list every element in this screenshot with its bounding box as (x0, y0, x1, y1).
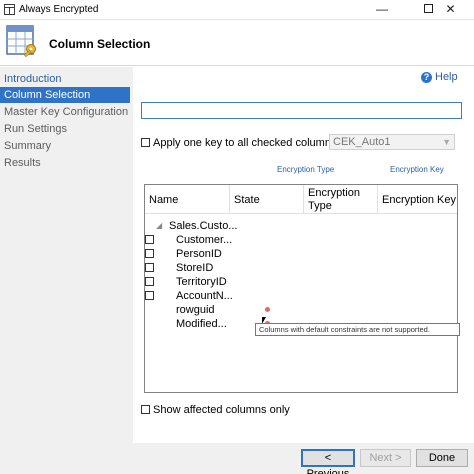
column-header-state[interactable]: State (230, 185, 304, 214)
wizard-sidebar: Introduction Column Selection Master Key… (0, 67, 133, 443)
column-name: Customer... (176, 234, 233, 246)
table-icon (4, 4, 15, 15)
encryption-key-link[interactable]: Encryption Key (390, 165, 444, 174)
table-row[interactable]: PersonID (145, 247, 457, 261)
unsupported-state-icon[interactable] (265, 307, 270, 312)
help-icon: ? (421, 72, 432, 83)
encryption-key-select-value: CEK_Auto1 (333, 136, 391, 148)
column-name: PersonID (176, 248, 222, 260)
collapse-icon[interactable]: ◢ (156, 219, 162, 233)
column-name: Modified... (176, 318, 227, 330)
sidebar-item-column-selection[interactable]: Column Selection (0, 87, 130, 103)
minimize-button[interactable]: — (359, 0, 405, 20)
table-row[interactable]: TerritoryID (145, 275, 457, 289)
sidebar-item-master-key-configuration: Master Key Configuration (4, 106, 129, 118)
sidebar-item-summary: Summary (4, 140, 52, 152)
wizard-header: Column Selection (0, 20, 474, 66)
column-name: StoreID (176, 262, 214, 274)
unsupported-tooltip: Columns with default constraints are not… (255, 323, 460, 336)
column-name: rowguid (176, 304, 215, 316)
table-row: rowguid (145, 303, 457, 317)
column-header-encryption-key[interactable]: Encryption Key (378, 185, 457, 214)
column-name: AccountN... (176, 290, 233, 302)
title-bar: Always Encrypted — ✕ (0, 0, 474, 20)
apply-one-key-label: Apply one key to all checked columns: (153, 137, 340, 149)
columns-grid: Name State Encryption Type Encryption Ke… (144, 184, 458, 393)
row-checkbox[interactable] (145, 291, 154, 300)
table-key-icon (6, 25, 36, 58)
table-row[interactable]: StoreID (145, 261, 457, 275)
column-header-encryption-key-label: Encryption Key (382, 194, 456, 206)
help-label: Help (435, 71, 458, 83)
show-affected-option[interactable]: Show affected columns only (141, 404, 290, 416)
show-affected-checkbox[interactable] (141, 404, 150, 414)
row-checkbox[interactable] (145, 263, 154, 272)
sidebar-item-introduction[interactable]: Introduction (0, 71, 130, 87)
column-selection-panel: ? Help Apply one key to all checked colum… (133, 67, 474, 443)
sidebar-item-results: Results (4, 157, 41, 169)
help-link[interactable]: ? Help (421, 71, 458, 83)
row-checkbox[interactable] (145, 277, 154, 286)
column-header-encryption-type[interactable]: Encryption Type (304, 185, 378, 214)
grid-header: Name State Encryption Type Encryption Ke… (145, 185, 457, 214)
next-button[interactable]: Next > (360, 449, 411, 467)
table-node-label: Sales.Custo... (169, 220, 238, 232)
sidebar-item-run-settings: Run Settings (4, 123, 67, 135)
done-button[interactable]: Done (416, 449, 468, 467)
column-header-encryption-type-label: Encryption Type (308, 187, 360, 212)
wizard-footer: < Previous Next > Done (0, 443, 474, 474)
encryption-type-link[interactable]: Encryption Type (277, 165, 334, 174)
column-header-name[interactable]: Name (145, 185, 230, 214)
chevron-down-icon: ▼ (442, 137, 451, 147)
previous-button[interactable]: < Previous (301, 449, 355, 474)
column-header-name-label: Name (149, 194, 179, 206)
window-title: Always Encrypted (19, 4, 99, 15)
table-row[interactable]: Customer... (145, 233, 457, 247)
column-header-state-label: State (234, 194, 260, 206)
row-checkbox[interactable] (145, 249, 154, 258)
encryption-key-select: CEK_Auto1 ▼ (329, 134, 455, 150)
apply-one-key-option[interactable]: Apply one key to all checked columns: (141, 137, 340, 149)
column-name: TerritoryID (176, 276, 227, 288)
apply-one-key-checkbox[interactable] (141, 137, 150, 147)
close-button[interactable]: ✕ (427, 0, 474, 20)
show-affected-label: Show affected columns only (153, 404, 290, 416)
table-row[interactable]: AccountN... (145, 289, 457, 303)
column-filter-input[interactable] (141, 102, 462, 119)
page-title: Column Selection (49, 37, 151, 51)
table-node[interactable]: ◢ Sales.Custo... (145, 219, 457, 233)
row-checkbox[interactable] (145, 235, 154, 244)
